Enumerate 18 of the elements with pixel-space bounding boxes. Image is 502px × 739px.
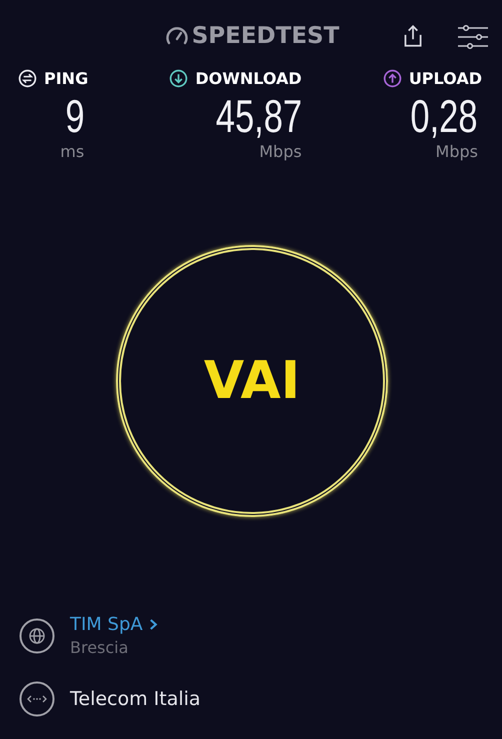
metric-value: 45,87 bbox=[215, 90, 302, 142]
metric-label: PING bbox=[44, 68, 88, 88]
provider-link[interactable]: TIM SpA bbox=[70, 614, 158, 635]
go-button[interactable]: VAI bbox=[116, 244, 388, 516]
chevron-right-icon bbox=[148, 618, 158, 631]
metric-unit: ms bbox=[60, 142, 84, 161]
metric-value: 9 bbox=[65, 90, 84, 142]
metric-unit: Mbps bbox=[436, 142, 478, 161]
settings-icon[interactable] bbox=[457, 24, 489, 50]
metric-unit: Mbps bbox=[259, 142, 302, 161]
globe-icon bbox=[19, 618, 55, 654]
metric-label: UPLOAD bbox=[408, 68, 482, 88]
speedtest-logo: SPEEDTEST bbox=[164, 23, 340, 49]
metric-label: DOWNLOAD bbox=[195, 68, 302, 88]
server-icon bbox=[19, 681, 55, 717]
metric-value: 0,28 bbox=[410, 90, 478, 142]
server-name[interactable]: Telecom Italia bbox=[70, 688, 201, 710]
provider-location: Brescia bbox=[70, 638, 130, 657]
